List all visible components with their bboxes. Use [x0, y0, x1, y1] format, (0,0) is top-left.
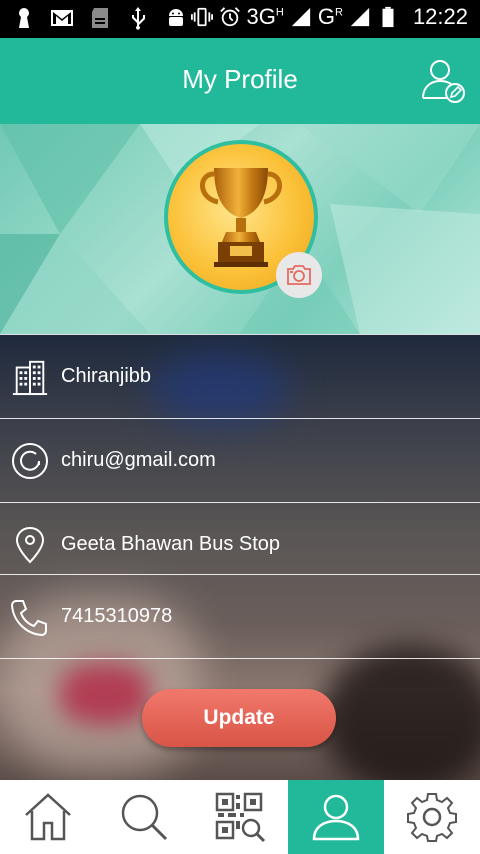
profile-banner	[0, 124, 480, 334]
name-field[interactable]: Chiranjibb	[0, 334, 480, 418]
usb-icon	[132, 7, 145, 30]
divider	[0, 658, 480, 659]
at-sign-icon	[6, 437, 54, 485]
phone-icon	[6, 593, 54, 641]
network-type-2: GR	[317, 4, 343, 29]
clock: 12:22	[412, 4, 468, 29]
bottom-navigation	[0, 780, 480, 854]
phone-field[interactable]: 7415310978	[0, 574, 480, 658]
status-bar: 3GH GR 12:22	[0, 0, 480, 38]
name-value: Chiranjibb	[61, 365, 152, 387]
signal-icon	[291, 7, 311, 27]
battery-icon	[382, 6, 394, 28]
vibrate-icon	[190, 7, 213, 27]
phone-value: 7415310978	[61, 605, 173, 627]
page-title: My Profile	[182, 64, 298, 94]
app-header: My Profile	[0, 38, 480, 124]
nav-scan[interactable]	[192, 780, 288, 854]
update-button[interactable]: Update	[142, 689, 336, 747]
nav-settings[interactable]	[384, 780, 480, 854]
sd-card-icon	[92, 8, 108, 28]
qr-scan-icon	[215, 792, 266, 843]
nav-profile[interactable]	[288, 780, 384, 854]
address-value: Geeta Bhawan Bus Stop	[61, 533, 281, 555]
gmail-icon	[51, 10, 73, 26]
settings-icon	[407, 793, 457, 842]
camera-icon	[287, 265, 311, 285]
email-field[interactable]: chiru@gmail.com	[0, 418, 480, 502]
edit-profile-icon[interactable]	[420, 56, 468, 104]
email-value: chiru@gmail.com	[61, 449, 216, 471]
alarm-icon	[219, 7, 240, 27]
signal-icon-2	[350, 7, 370, 27]
android-icon	[169, 9, 183, 26]
keyhole-icon	[19, 8, 29, 28]
location-pin-icon	[6, 521, 54, 569]
nav-search[interactable]	[96, 780, 192, 854]
nav-home[interactable]	[0, 780, 96, 854]
change-photo-button[interactable]	[276, 252, 322, 298]
building-icon	[6, 353, 54, 401]
network-type-1: 3GH	[246, 4, 284, 29]
profile-icon	[312, 794, 360, 841]
profile-form: Chiranjibb chiru@gmail.com Geeta Bhawan …	[0, 334, 480, 780]
search-icon	[121, 794, 168, 841]
home-icon	[25, 793, 71, 841]
